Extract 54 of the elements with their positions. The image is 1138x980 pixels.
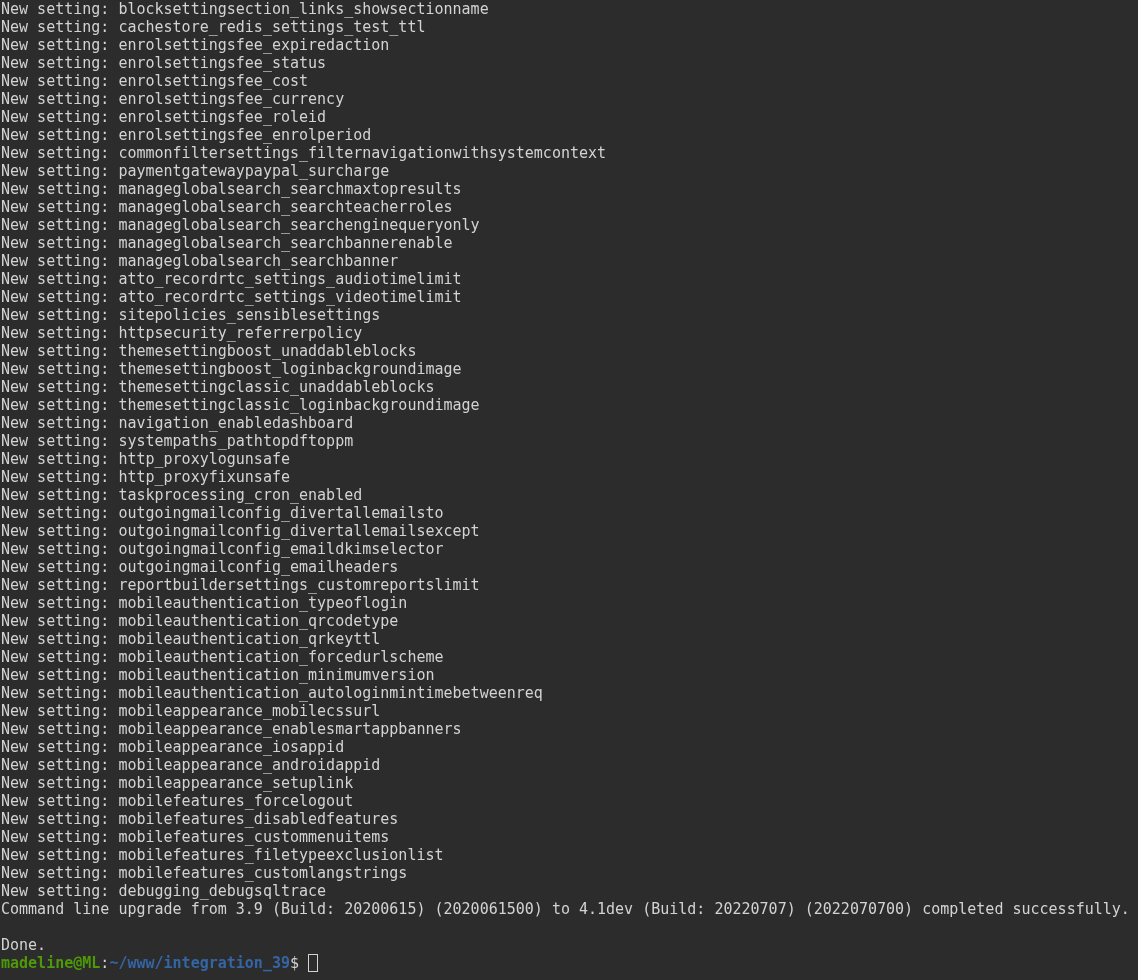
output-line: New setting: commonfiltersettings_filternavigationwithsystemcontext (1, 144, 607, 162)
output-line: New setting: mobileappearance_iosappid (1, 738, 345, 756)
output-line: New setting: mobileappearance_mobilecssurl (1, 702, 381, 720)
output-line: New setting: taskprocessing_cron_enabled (1, 486, 363, 504)
output-line: New setting: enrolsettingsfee_enrolperiod (1, 126, 372, 144)
output-line: New setting: manageglobalsearch_searchbanner (1, 252, 399, 270)
output-line: New setting: mobileauthentication_minimumversion (1, 666, 435, 684)
output-line: New setting: mobileappearance_androidappid (1, 756, 381, 774)
output-line: Command line upgrade from 3.9 (Build: 20200615) (2020061500) to 4.1dev (Build: 20220707) (2022070700) completed successfully. (1, 900, 1130, 918)
shell-prompt: madeline@ML:~/www/integration_39$ (1, 954, 300, 972)
output-line: New setting: manageglobalsearch_searchteacherroles (1, 198, 453, 216)
output-line: New setting: paymentgatewaypaypal_surcharge (1, 162, 390, 180)
output-line: New setting: themesettingboost_unaddableblocks (1, 342, 417, 360)
output-line: New setting: atto_recordrtc_settings_audiotimelimit (1, 270, 462, 288)
output-line: New setting: mobilefeatures_disabledfeatures (1, 810, 399, 828)
output-line: New setting: systempaths_pathtopdftoppm (1, 432, 354, 450)
output-line: New setting: cachestore_redis_settings_test_ttl (1, 18, 426, 36)
output-line: New setting: mobileauthentication_typeoflogin (1, 594, 408, 612)
output-line: New setting: mobileauthentication_forcedurlscheme (1, 648, 444, 666)
output-line: New setting: enrolsettingsfee_roleid (1, 108, 327, 126)
output-line: New setting: mobileauthentication_qrkeyttl (1, 630, 381, 648)
output-line: New setting: manageglobalsearch_searchbannerenable (1, 234, 453, 252)
output-line: New setting: outgoingmailconfig_emaildkimselector (1, 540, 444, 558)
output-line: New setting: manageglobalsearch_searchmaxtopresults (1, 180, 462, 198)
output-line: New setting: themesettingclassic_unaddableblocks (1, 378, 435, 396)
output-line: New setting: outgoingmailconfig_divertallemailsto (1, 504, 444, 522)
output-line: New setting: http_proxyfixunsafe (1, 468, 290, 486)
output-line: New setting: themesettingclassic_loginbackgroundimage (1, 396, 480, 414)
output-line: New setting: reportbuildersettings_customreportslimit (1, 576, 480, 594)
output-line: New setting: outgoingmailconfig_divertallemailsexcept (1, 522, 480, 540)
output-line: New setting: enrolsettingsfee_expiredaction (1, 36, 390, 54)
output-line: New setting: themesettingboost_loginbackgroundimage (1, 360, 462, 378)
output-line: New setting: mobilefeatures_filetypeexclusionlist (1, 846, 444, 864)
output-line: New setting: atto_recordrtc_settings_videotimelimit (1, 288, 462, 306)
output-line: New setting: debugging_debugsqltrace (1, 882, 327, 900)
output-line: New setting: outgoingmailconfig_emailheaders (1, 558, 399, 576)
output-line: New setting: mobileauthentication_autologinmintimebetweenreq (1, 684, 543, 702)
output-line: New setting: blocksettingsection_links_showsectionname (1, 0, 489, 18)
output-line: New setting: mobileauthentication_qrcodetype (1, 612, 399, 630)
output-line: New setting: sitepolicies_sensiblesettings (1, 306, 381, 324)
output-line: New setting: http_proxylogunsafe (1, 450, 290, 468)
output-line: New setting: manageglobalsearch_searchenginequeryonly (1, 216, 480, 234)
output-line: New setting: navigation_enabledashboard (1, 414, 354, 432)
output-line: New setting: mobilefeatures_custommenuitems (1, 828, 390, 846)
output-line: New setting: mobilefeatures_forcelogout (1, 792, 354, 810)
output-line: New setting: mobilefeatures_customlangstrings (1, 864, 408, 882)
output-line: New setting: enrolsettingsfee_currency (1, 90, 345, 108)
output-line: New setting: mobileappearance_setuplink (1, 774, 354, 792)
text-cursor (308, 954, 319, 972)
output-line: New setting: enrolsettingsfee_status (1, 54, 327, 72)
output-line: Done. (1, 936, 47, 954)
output-line: New setting: httpsecurity_referrerpolicy (1, 324, 363, 342)
output-line: New setting: enrolsettingsfee_cost (1, 72, 309, 90)
output-line: New setting: mobileappearance_enablesmartappbanners (1, 720, 462, 738)
